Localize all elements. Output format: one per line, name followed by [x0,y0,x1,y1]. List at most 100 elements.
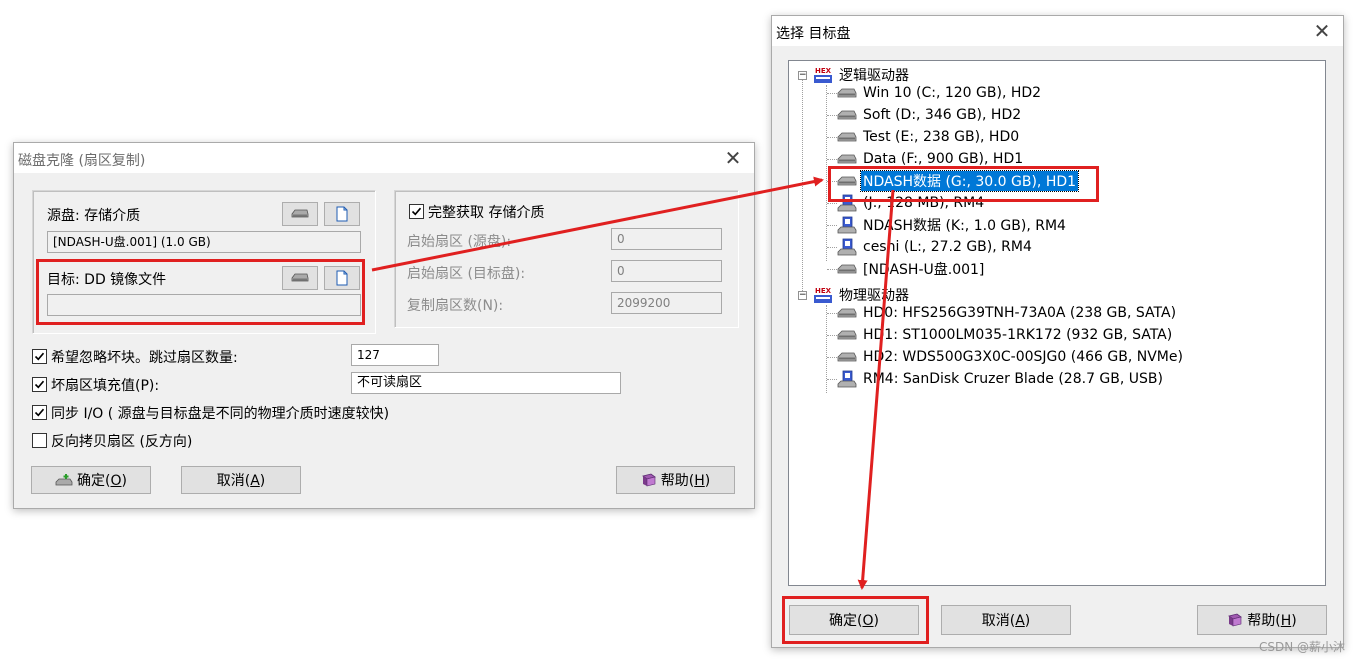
tree-item-physical[interactable]: HD1: ST1000LM035-1RK172 (932 GB, SATA) [837,325,1174,345]
help-book-icon [1228,613,1243,627]
tree-connector [827,137,837,138]
tree-item-logical-selected[interactable]: NDASH数据 (G:, 30.0 GB), HD1 [837,170,1080,192]
tree-item-physical[interactable]: HD0: HFS256G39TNH-73A0A (238 GB, SATA) [837,303,1178,323]
tree-item-physical[interactable]: RM4: SanDisk Cruzer Blade (28.7 GB, USB) [837,369,1165,389]
select-help-button[interactable]: 帮助(H) [1197,605,1327,635]
tree-connector [827,115,837,116]
select-title: 选择 目标盘 [776,26,851,42]
svg-text:HEX: HEX [815,67,832,75]
tree-connector [826,85,827,261]
copy-count-label: 复制扇区数(N): [407,298,504,314]
check-icon [34,380,45,389]
check-icon [34,408,45,417]
check-icon [411,207,422,216]
sync-io-label: 同步 I/O ( 源盘与目标盘是不同的物理介质时速度较快) [51,406,390,422]
tree-connector [827,379,837,380]
hard-drive-icon [291,209,309,218]
file-icon [336,270,348,286]
source-file-button[interactable] [324,202,360,226]
svg-text:HEX: HEX [815,287,832,295]
source-value-field: [NDASH-U盘.001] (1.0 GB) [47,231,361,253]
hard-drive-icon [837,154,857,164]
select-titlebar: 选择 目标盘 ✕ [772,16,1343,46]
hard-drive-icon [837,264,857,274]
drive-plus-icon [55,474,73,486]
drive-tree[interactable]: − HEX 逻辑驱动器 Win 10 (C:, 120 GB), HD2 Sof… [788,60,1326,586]
clone-ok-button[interactable]: 确定(O) [31,466,151,494]
hard-drive-icon [837,132,857,142]
start-source-field: 0 [611,228,722,250]
tree-group-logical[interactable]: HEX 逻辑驱动器 [813,65,911,85]
check-icon [34,352,45,361]
select-cancel-button[interactable]: 取消(A) [941,605,1071,635]
hard-drive-icon [837,352,857,362]
tree-connector [827,313,837,314]
clone-help-label: 帮助(H) [660,473,711,489]
usb-drive-icon [837,216,857,234]
tree-item-logical[interactable]: NDASH数据 (K:, 1.0 GB), RM4 [837,215,1068,235]
usb-drive-icon [837,238,857,256]
collapse-physical-icon[interactable]: − [798,291,807,300]
source-label: 源盘: 存储介质 [47,208,141,224]
usb-drive-icon [837,370,857,388]
tree-item-logical[interactable]: ceshi (L:, 27.2 GB), RM4 [837,237,1034,257]
clone-cancel-label: 取消(A) [216,473,266,489]
target-drive-button[interactable] [282,266,318,290]
clone-titlebar: 磁盘克隆 (扇区复制) ✕ [14,143,754,173]
collapse-logical-icon[interactable]: − [798,71,807,80]
tree-item-logical[interactable]: Test (E:, 238 GB), HD0 [837,127,1021,147]
tree-connector [827,247,837,248]
file-icon [336,206,348,222]
clone-cancel-button[interactable]: 取消(A) [181,466,301,494]
tree-connector [827,203,837,204]
reverse-checkbox[interactable] [32,433,47,448]
reverse-label: 反向拷贝扇区 (反方向) [51,434,193,450]
tree-item-logical[interactable]: Win 10 (C:, 120 GB), HD2 [837,83,1043,103]
tree-group-physical[interactable]: HEX 物理驱动器 [813,285,911,305]
clone-title: 磁盘克隆 (扇区复制) [18,153,146,169]
fill-bad-input[interactable]: 不可读扇区 [351,372,621,394]
tree-item-logical[interactable]: [NDASH-U盘.001] [837,259,986,279]
full-capture-label: 完整获取 存储介质 [428,205,545,221]
clone-ok-label: 确定(O) [77,473,127,489]
select-help-label: 帮助(H) [1247,613,1297,629]
hard-drive-icon [291,273,309,282]
target-file-button[interactable] [324,266,360,290]
select-ok-button[interactable]: 确定(O) [789,605,919,635]
tree-connector [827,335,837,336]
tree-connector [827,181,837,182]
hard-drive-icon [837,176,857,186]
select-ok-label: 确定(O) [829,613,879,629]
tree-item-logical[interactable]: Soft (D:, 346 GB), HD2 [837,105,1023,125]
hard-drive-icon [837,110,857,120]
fill-bad-checkbox[interactable] [32,377,47,392]
full-capture-checkbox[interactable] [409,204,424,219]
close-icon[interactable]: ✕ [720,145,746,171]
source-drive-button[interactable] [282,202,318,226]
tree-connector [827,225,837,226]
tree-item-physical[interactable]: HD2: WDS500G3X0C-00SJG0 (466 GB, NVMe) [837,347,1185,367]
tree-connector [827,269,837,270]
hex-drive-group-icon: HEX [814,287,832,303]
close-icon[interactable]: ✕ [1309,18,1335,44]
tree-group-label: 逻辑驱动器 [839,68,909,84]
tree-item-logical[interactable]: (J:, 128 MB), RM4 [837,193,986,213]
clone-help-button[interactable]: 帮助(H) [616,466,735,494]
disk-clone-dialog: 磁盘克隆 (扇区复制) ✕ 源盘: 存储介质 [NDASH-U盘.001] (1… [13,142,755,509]
start-source-label: 启始扇区 (源盘): [407,234,512,250]
ignore-bad-label: 希望忽略坏块。跳过扇区数量: [51,350,238,366]
target-label: 目标: DD 镜像文件 [47,272,167,288]
tree-item-logical[interactable]: Data (F:, 900 GB), HD1 [837,149,1025,169]
copy-count-field: 2099200 [611,292,722,314]
ignore-bad-input[interactable]: 127 [351,344,439,366]
tree-connector [827,93,837,94]
tree-connector [827,159,837,160]
select-cancel-label: 取消(A) [981,613,1031,629]
fill-bad-label: 坏扇区填充值(P): [51,378,160,394]
help-book-icon [641,473,656,487]
start-target-field: 0 [611,260,722,282]
target-value-field[interactable] [47,294,361,316]
tree-group-label: 物理驱动器 [839,288,909,304]
ignore-bad-checkbox[interactable] [32,349,47,364]
sync-io-checkbox[interactable] [32,405,47,420]
